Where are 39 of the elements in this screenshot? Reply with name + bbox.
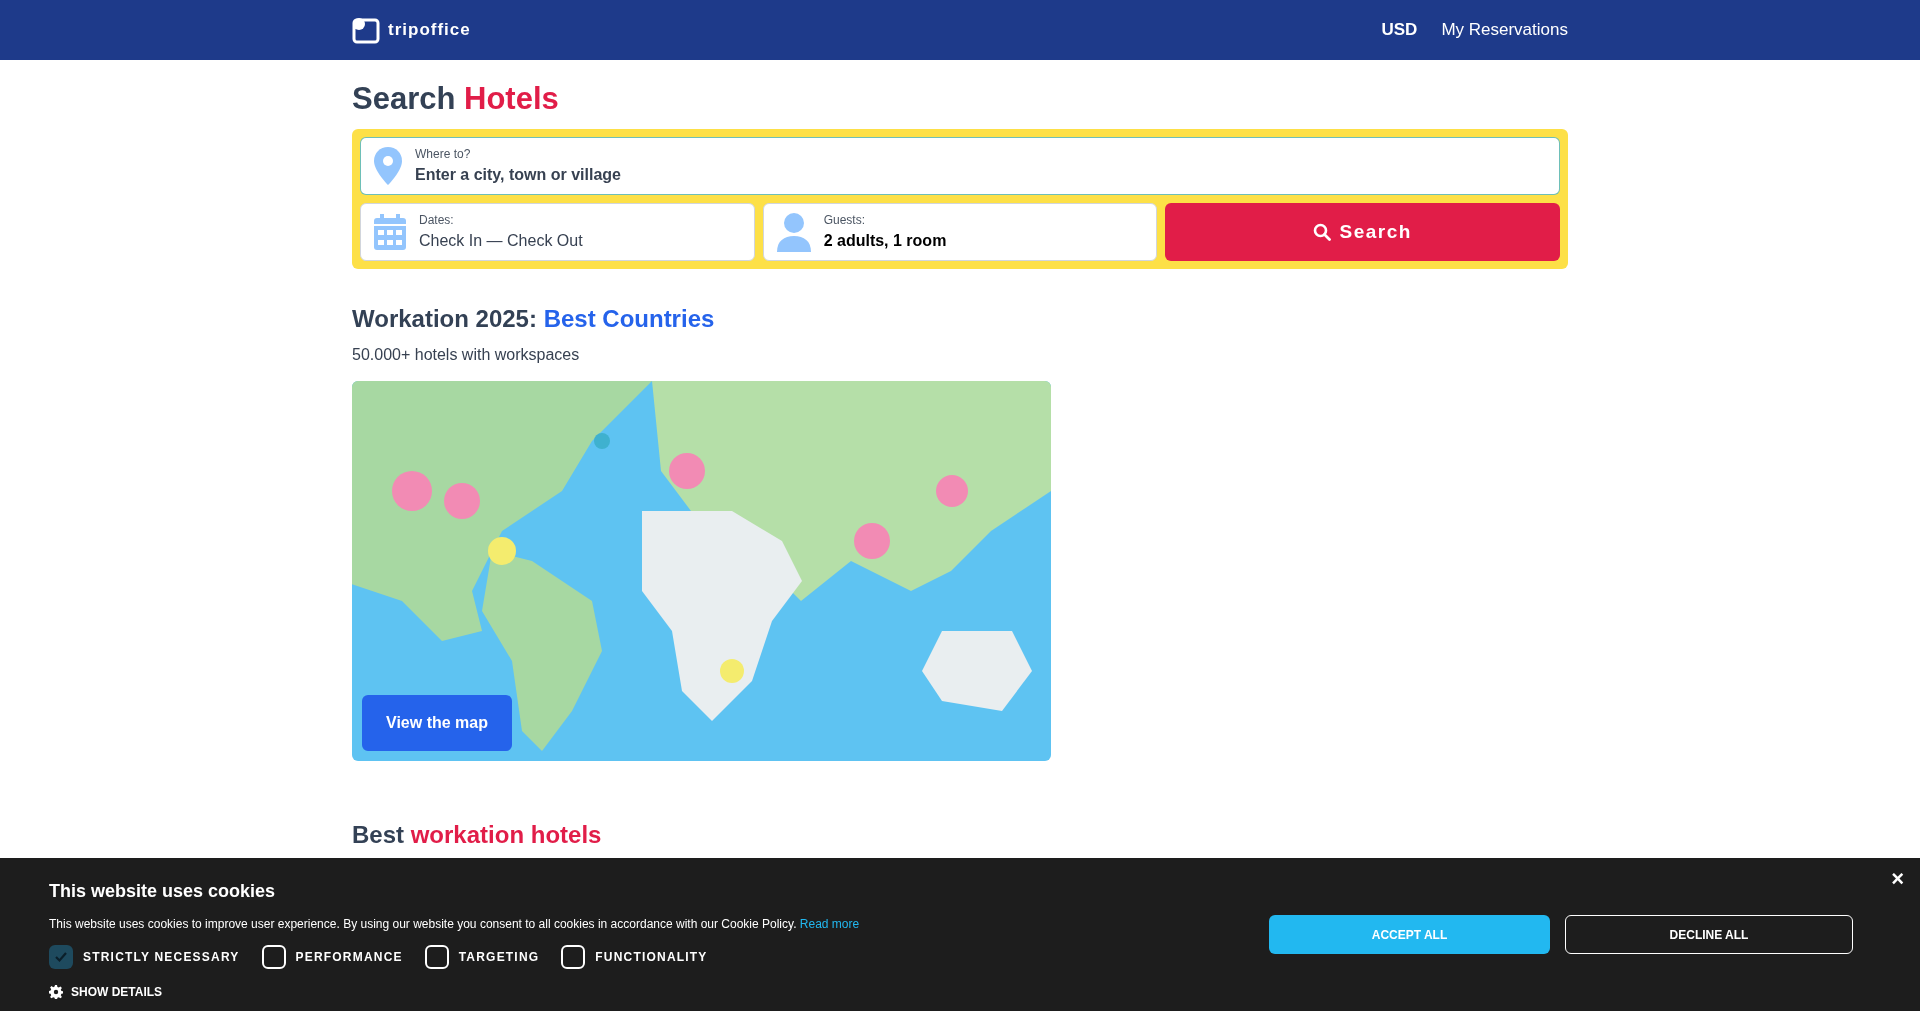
option-label: STRICTLY NECESSARY [83, 949, 240, 966]
field-label: Where to? [415, 146, 472, 163]
logo-icon [352, 16, 380, 44]
option-label: TARGETING [458, 949, 540, 966]
checkbox[interactable] [49, 945, 73, 969]
view-map-button[interactable]: View the map [362, 695, 512, 751]
option-label: PERFORMANCE [295, 949, 403, 966]
section-heading: Best workation hotels [352, 821, 603, 849]
gear-icon [49, 985, 63, 999]
field-label: Guests: [823, 212, 866, 229]
destination-field[interactable]: Where to? Enter a city, town or village [360, 137, 1560, 195]
person-icon [775, 212, 812, 252]
dates-field[interactable]: Dates: Check In — Check Out [360, 203, 755, 261]
banner-title: This website uses cookies [49, 880, 277, 903]
nav-link[interactable]: My Reservations [1441, 17, 1568, 43]
logo-text[interactable]: tripoffice [388, 17, 471, 43]
section-heading: Workation 2025: Best Countries [352, 304, 716, 334]
currency-selector[interactable]: USD [1381, 17, 1418, 43]
show-details-button[interactable]: SHOW DETAILS [49, 983, 163, 1001]
check-icon [54, 950, 68, 964]
checkbox[interactable] [261, 945, 286, 969]
location-pin-icon [373, 146, 403, 186]
destination-input[interactable]: Enter a city, town or village [415, 163, 1315, 187]
guests-field[interactable]: Guests: 2 adults, 1 room [762, 203, 1158, 261]
search-button[interactable]: Search [1165, 203, 1560, 261]
field-label: Dates: [419, 212, 455, 229]
decline-all-button[interactable]: DECLINE ALL [1565, 915, 1853, 954]
calendar-icon [373, 213, 407, 251]
section-subtitle: 50.000+ hotels with workspaces [352, 345, 581, 365]
search-icon [1313, 223, 1332, 241]
checkbox[interactable] [561, 945, 586, 969]
banner-text: This website uses cookies to improve user experience. By using our website you consent to all cookies in accordance with our Cookie Policy. Read more [49, 916, 861, 933]
guests-input[interactable]: 2 adults, 1 room [823, 229, 1124, 253]
page-heading: Search Hotels [352, 82, 560, 116]
option-label: FUNCTIONALITY [595, 949, 708, 966]
close-button[interactable]: × [1891, 868, 1904, 890]
checkbox[interactable] [424, 945, 449, 969]
read-more-link[interactable]: Read more [799, 917, 860, 931]
dates-input[interactable]: Check In — Check Out [419, 229, 719, 253]
